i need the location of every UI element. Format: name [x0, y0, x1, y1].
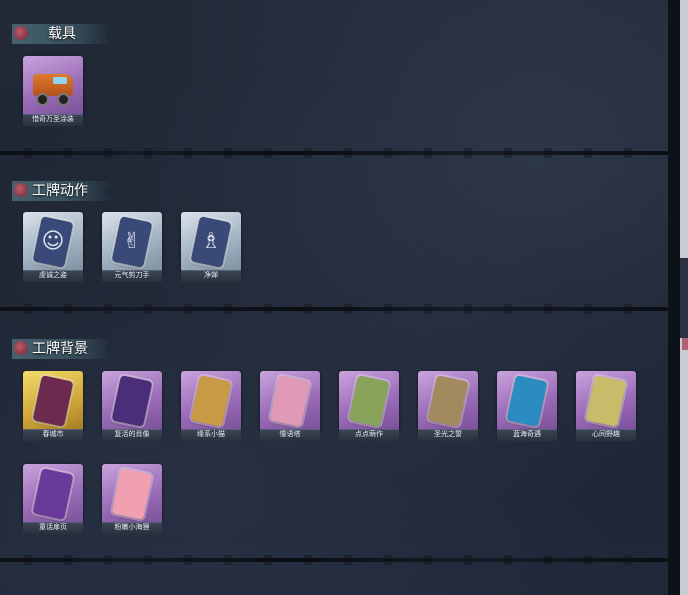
panel-edge — [668, 0, 680, 595]
item-card-background[interactable]: 点点萌作 — [339, 371, 399, 443]
card-art-icon — [427, 375, 469, 427]
card-frame — [497, 371, 557, 431]
item-label: 春城市 — [42, 430, 64, 438]
card-art-icon — [190, 375, 232, 427]
item-card-background[interactable]: 憧语塔 — [260, 371, 320, 443]
card-frame — [181, 371, 241, 431]
card-art-icon — [585, 375, 627, 427]
item-label: 复活的肖像 — [114, 430, 150, 438]
card-frame: ☺ — [23, 212, 83, 272]
section-title: 工牌动作 — [32, 183, 88, 199]
card-art-icon — [111, 468, 153, 520]
card-art-icon — [32, 468, 74, 520]
item-label: 圣光之誓 — [434, 430, 462, 438]
card-frame: ♗ — [181, 212, 241, 272]
card-frame — [418, 371, 478, 431]
card-frame — [23, 464, 83, 524]
card-frame: ✌ — [102, 212, 162, 272]
silhouette-icon: ☺ — [41, 229, 65, 254]
scrollbar-thumb[interactable] — [680, 258, 688, 338]
item-card-action[interactable]: ☺ 虔诚之姿 — [23, 212, 83, 284]
card-art-icon — [32, 375, 74, 427]
card-art-icon — [506, 375, 548, 427]
card-art: ✌ — [111, 216, 153, 268]
item-card-action[interactable]: ♗ 净婵 — [181, 212, 241, 284]
card-art-icon — [111, 375, 153, 427]
emblem-icon — [14, 26, 28, 40]
item-label: 惜奇万圣涂装 — [32, 115, 74, 123]
section-header-vehicle: 载具 — [12, 24, 112, 44]
item-card-background[interactable]: 春城市 — [23, 371, 83, 443]
card-art-icon — [348, 375, 390, 427]
item-label: 蓝海奇遇 — [513, 430, 541, 438]
section-divider — [0, 304, 668, 314]
card-frame — [23, 56, 83, 116]
card-art: ♗ — [190, 216, 232, 268]
card-art: ☺ — [32, 216, 74, 268]
item-card-background[interactable]: 心间野趣 — [576, 371, 636, 443]
item-card-background[interactable]: 蓝海奇遇 — [497, 371, 557, 443]
item-label: 心间野趣 — [592, 430, 620, 438]
inventory-panel: 载具 惜奇万圣涂装 工牌动作 ☺ 虔诚之姿 ✌ 元气剪刀手 ♗ 净婵 工牌背景 … — [0, 0, 688, 595]
emblem-icon — [14, 183, 28, 197]
scrollbar-marker — [682, 338, 688, 350]
item-card-vehicle[interactable]: 惜奇万圣涂装 — [23, 56, 83, 128]
item-label: 童话扉页 — [39, 523, 67, 531]
card-frame — [23, 371, 83, 431]
item-card-action[interactable]: ✌ 元气剪刀手 — [102, 212, 162, 284]
item-label: 憧语塔 — [279, 430, 301, 438]
section-divider — [0, 555, 668, 565]
item-label: 点点萌作 — [355, 430, 383, 438]
section-header-badge-background: 工牌背景 — [12, 339, 112, 359]
scrollbar[interactable] — [680, 0, 688, 595]
item-card-background[interactable]: 缘系小猫 — [181, 371, 241, 443]
card-frame — [102, 464, 162, 524]
section-header-badge-action: 工牌动作 — [12, 181, 112, 201]
item-label: 净婵 — [204, 271, 218, 279]
silhouette-icon: ♗ — [201, 229, 221, 254]
wheel-icon — [57, 93, 70, 106]
item-card-background[interactable]: 童话扉页 — [23, 464, 83, 536]
wheel-icon — [36, 93, 49, 106]
item-card-background[interactable]: 复活的肖像 — [102, 371, 162, 443]
silhouette-icon: ✌ — [122, 229, 142, 254]
item-label: 粉嫩小海狸 — [114, 523, 150, 531]
card-frame — [339, 371, 399, 431]
item-card-background[interactable]: 圣光之誓 — [418, 371, 478, 443]
section-title: 载具 — [48, 26, 76, 42]
card-frame — [102, 371, 162, 431]
section-divider — [0, 148, 668, 158]
vehicle-window — [53, 77, 67, 84]
card-frame — [260, 371, 320, 431]
section-title: 工牌背景 — [32, 341, 88, 357]
item-label: 虔诚之姿 — [39, 271, 67, 279]
card-art-icon — [269, 375, 311, 427]
item-label: 缘系小猫 — [197, 430, 225, 438]
item-card-background[interactable]: 粉嫩小海狸 — [102, 464, 162, 536]
emblem-icon — [14, 341, 28, 355]
item-label: 元气剪刀手 — [114, 271, 150, 279]
card-frame — [576, 371, 636, 431]
